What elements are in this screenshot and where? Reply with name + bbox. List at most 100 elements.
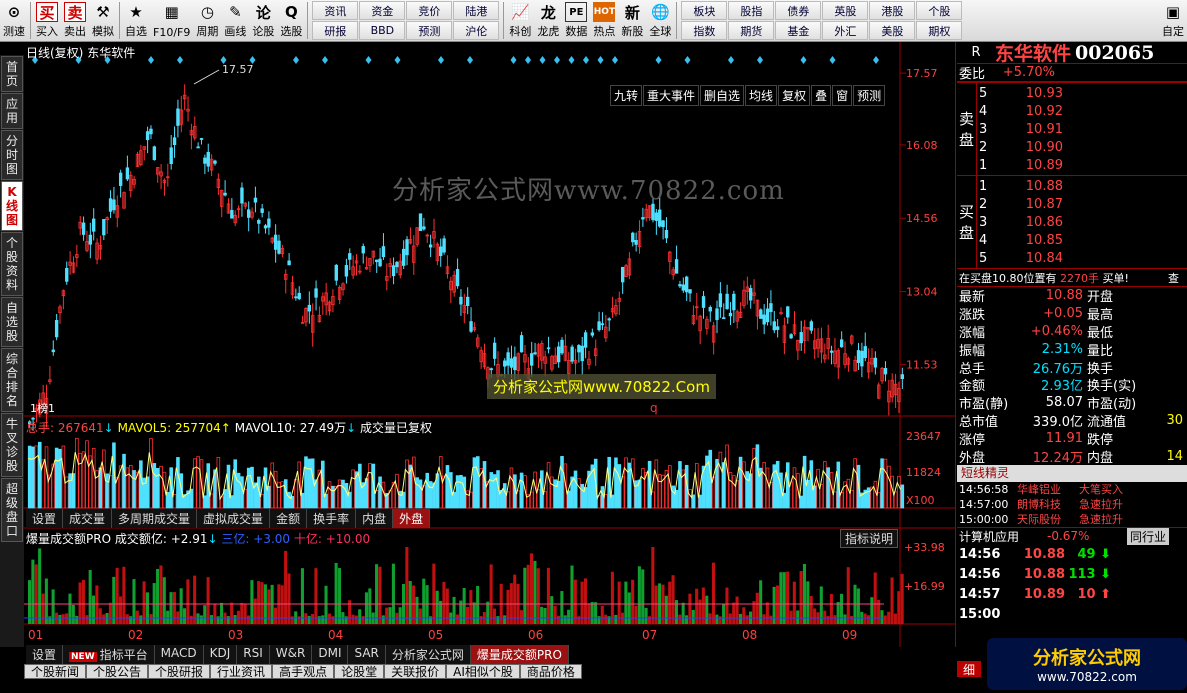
sell-level[interactable]: 1 10.89 bbox=[977, 156, 1063, 174]
buy-level[interactable]: 4 10.85 bbox=[977, 231, 1063, 249]
chart-tab[interactable]: 窗 bbox=[832, 85, 853, 106]
toolbar-grid-item[interactable]: 债券 bbox=[775, 1, 822, 20]
chart-tab[interactable]: 九转 bbox=[610, 85, 643, 106]
toolbar-grid-item[interactable]: 美股 bbox=[869, 21, 916, 40]
toolbar-grid-item[interactable]: 个股 bbox=[916, 1, 963, 20]
left-nav-item[interactable]: 个股资料 bbox=[1, 232, 23, 296]
detail-tab[interactable]: 细 bbox=[957, 661, 981, 677]
volume-tab[interactable]: 设置 bbox=[26, 509, 64, 528]
industry-button[interactable]: 同行业 bbox=[1127, 527, 1170, 545]
toolbar-grid-item[interactable]: 预测 bbox=[406, 21, 453, 40]
chart-tab[interactable]: 删自选 bbox=[700, 85, 745, 106]
toolbar-button-7[interactable]: ✎ 画线 bbox=[221, 0, 249, 41]
volume-tab[interactable]: 成交量 bbox=[63, 509, 113, 528]
bottom-tab[interactable]: 行业资讯 bbox=[210, 664, 273, 679]
toolbar-grid-item[interactable]: 资讯 bbox=[312, 1, 359, 20]
buy-level[interactable]: 3 10.86 bbox=[977, 213, 1063, 231]
toolbar-grid-item[interactable]: 基金 bbox=[775, 21, 822, 40]
bottom-tab[interactable]: 个股新闻 bbox=[24, 664, 87, 679]
left-nav-item[interactable]: 应用 bbox=[1, 93, 23, 129]
toolbar2-button-1[interactable]: 龙龙虎 bbox=[534, 0, 562, 41]
bottom-tab[interactable]: 关联报价 bbox=[384, 664, 447, 679]
chart-tab[interactable]: 重大事件 bbox=[643, 85, 700, 106]
toolbar-button-1[interactable]: 买买入 bbox=[33, 0, 61, 41]
toolbar-grid-item[interactable]: 陆港 bbox=[453, 1, 500, 20]
volume-tab[interactable]: 金额 bbox=[270, 509, 308, 528]
customize-button[interactable]: ▣ 自定 bbox=[1159, 0, 1187, 41]
indicator-tab[interactable]: W&R bbox=[269, 645, 313, 664]
sell-level[interactable]: 3 10.91 bbox=[977, 120, 1063, 138]
sell-level[interactable]: 2 10.90 bbox=[977, 138, 1063, 156]
chart-tab[interactable]: 复权 bbox=[778, 85, 811, 106]
toolbar-grid-item[interactable]: 期权 bbox=[916, 21, 963, 40]
toolbar-button-6[interactable]: ◷ 周期 bbox=[193, 0, 221, 41]
left-nav-item[interactable]: 分时图 bbox=[1, 130, 23, 180]
toolbar-button-9[interactable]: Q 选股 bbox=[277, 0, 305, 41]
notice-check-button[interactable]: 查 bbox=[1168, 270, 1187, 286]
indicator-help-button[interactable]: 指标说明 bbox=[840, 529, 899, 548]
indicator-tab[interactable]: DMI bbox=[312, 645, 349, 664]
toolbar-button-0[interactable]: ⊙ 测速 bbox=[0, 0, 28, 41]
indicator-tab[interactable]: 设置 bbox=[26, 645, 64, 664]
left-nav-item[interactable]: 综合排名 bbox=[1, 348, 23, 412]
kline-chart-svg[interactable]: 17.57 16.08 14.56 13.04 11.53 17.57 1榜1 q 23647 1… bbox=[24, 42, 956, 647]
toolbar-button-8[interactable]: 论论股 bbox=[249, 0, 277, 41]
sprite-item[interactable]: 15:00:00 天际股份 急速拉升 bbox=[957, 512, 1187, 527]
indicator-tab[interactable]: RSI bbox=[237, 645, 270, 664]
toolbar-button-4[interactable]: ★ 自选 bbox=[122, 0, 150, 41]
indicator-tab[interactable]: 爆量成交额PRO bbox=[470, 645, 569, 664]
indicator-tab[interactable]: 分析家公式网 bbox=[385, 645, 471, 664]
volume-tab[interactable]: 多周期成交量 bbox=[112, 509, 198, 528]
indicator-tab[interactable]: KDJ bbox=[203, 645, 238, 664]
toolbar-grid-item[interactable]: 板块 bbox=[681, 1, 728, 20]
toolbar-button-3[interactable]: ⚒ 模拟 bbox=[89, 0, 117, 41]
toolbar-grid-item[interactable]: BBD bbox=[359, 21, 406, 40]
left-nav-item[interactable]: 自选股 bbox=[1, 297, 23, 347]
left-nav-item[interactable]: 牛叉诊股 bbox=[1, 413, 23, 477]
toolbar2-button-3[interactable]: HOT 热点 bbox=[590, 0, 618, 41]
buy-level[interactable]: 1 10.88 bbox=[977, 177, 1063, 195]
toolbar-grid-item[interactable]: 期货 bbox=[728, 21, 775, 40]
chart-tab[interactable]: 预测 bbox=[853, 85, 886, 106]
sprite-item[interactable]: 14:56:58 华峰铝业 大笔买入 bbox=[957, 482, 1187, 497]
indicator-tab[interactable]: SAR bbox=[348, 645, 386, 664]
toolbar-grid-item[interactable]: 指数 bbox=[681, 21, 728, 40]
toolbar2-button-5[interactable]: 🌐 全球 bbox=[646, 0, 674, 41]
toolbar-grid-item[interactable]: 沪伦 bbox=[453, 21, 500, 40]
volume-tab[interactable]: 外盘 bbox=[393, 509, 431, 528]
toolbar-grid-item[interactable]: 研报 bbox=[312, 21, 359, 40]
toolbar-grid-item[interactable]: 港股 bbox=[869, 1, 916, 20]
left-nav-item[interactable]: 超级盘口 bbox=[1, 478, 23, 542]
chart-tab[interactable]: 叠 bbox=[811, 85, 832, 106]
bottom-tab[interactable]: 个股研报 bbox=[148, 664, 211, 679]
toolbar-button-2[interactable]: 卖卖出 bbox=[61, 0, 89, 41]
toolbar-button-5[interactable]: ▦ F10/F9 bbox=[150, 0, 193, 41]
left-nav-item[interactable]: K线图 bbox=[1, 181, 23, 231]
indicator-tab[interactable]: NEW 指标平台 bbox=[63, 645, 155, 664]
buy-level[interactable]: 2 10.87 bbox=[977, 195, 1063, 213]
toolbar-grid-item[interactable]: 资金 bbox=[359, 1, 406, 20]
left-nav-item[interactable]: 首页 bbox=[1, 56, 23, 92]
toolbar-grid-item[interactable]: 竞价 bbox=[406, 1, 453, 20]
sell-level[interactable]: 4 10.92 bbox=[977, 102, 1063, 120]
volume-tab[interactable]: 内盘 bbox=[356, 509, 394, 528]
toolbar-grid-item[interactable]: 英股 bbox=[822, 1, 869, 20]
buy-level[interactable]: 5 10.84 bbox=[977, 249, 1063, 267]
kline-chart-area[interactable]: 17.57 16.08 14.56 13.04 11.53 17.57 1榜1 q 23647 1… bbox=[24, 42, 956, 664]
toolbar2-button-2[interactable]: PE 数据 bbox=[562, 0, 590, 41]
bottom-tab[interactable]: 商品价格 bbox=[519, 664, 582, 679]
chart-tab[interactable]: 均线 bbox=[745, 85, 778, 106]
volume-tab[interactable]: 虚拟成交量 bbox=[197, 509, 271, 528]
bottom-tab[interactable]: 论股堂 bbox=[334, 664, 385, 679]
bottom-tab[interactable]: 高手观点 bbox=[272, 664, 335, 679]
volume-tab[interactable]: 换手率 bbox=[307, 509, 357, 528]
bottom-tab[interactable]: AI相似个股 bbox=[446, 664, 520, 679]
toolbar2-button-0[interactable]: 📈 科创 bbox=[506, 0, 534, 41]
bottom-tab[interactable]: 个股公告 bbox=[86, 664, 149, 679]
sprite-item[interactable]: 14:57:00 朗博科技 急速拉升 bbox=[957, 497, 1187, 512]
indicator-tab[interactable]: MACD bbox=[154, 645, 204, 664]
toolbar-grid-item[interactable]: 股指 bbox=[728, 1, 775, 20]
toolbar-grid-item[interactable]: 外汇 bbox=[822, 21, 869, 40]
toolbar2-button-4[interactable]: 新新股 bbox=[618, 0, 646, 41]
sell-level[interactable]: 5 10.93 bbox=[977, 84, 1063, 102]
